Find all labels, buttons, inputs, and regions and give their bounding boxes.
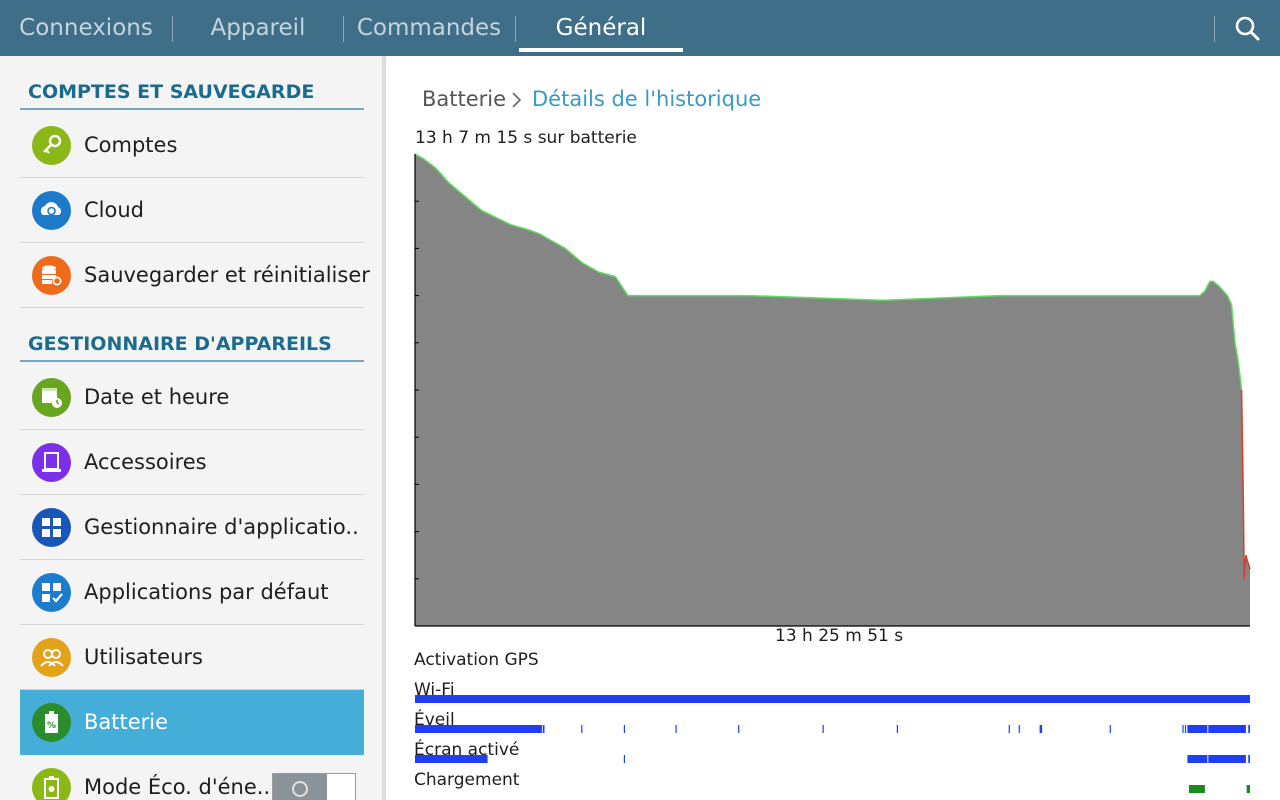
timeline-label-ecran: Écran activé xyxy=(414,740,520,760)
battery-history-panel: Batterie Détails de l'historique 13 h 7 … xyxy=(386,56,1280,800)
sidebar-item-utilisateurs[interactable]: Utilisateurs xyxy=(20,625,364,690)
settings-sidebar: COMPTES ET SAUVEGARDE Comptes Cloud Sauv… xyxy=(0,56,382,800)
timeline-segment xyxy=(1208,755,1246,763)
timeline-segment xyxy=(623,755,625,763)
sidebar-item-label: Applications par défaut xyxy=(84,580,329,604)
timeline-segment xyxy=(1109,725,1111,733)
app-grid-icon xyxy=(32,508,71,547)
timeline-segment xyxy=(1008,725,1010,733)
sidebar-item-comptes[interactable]: Comptes xyxy=(20,113,364,178)
timeline-segment xyxy=(1208,725,1246,733)
timeline-label-chargement: Chargement xyxy=(414,770,520,790)
timeline-segment xyxy=(675,725,677,733)
tab-connexions[interactable]: Connexions xyxy=(0,0,172,56)
timeline-segment xyxy=(542,725,545,733)
search-button[interactable] xyxy=(1226,8,1268,50)
sidebar-item-date-heure[interactable]: Date et heure xyxy=(20,365,364,430)
timeline-label-wifi: Wi-Fi xyxy=(414,680,455,700)
eco-mode-toggle[interactable] xyxy=(272,773,356,800)
timeline-segment xyxy=(1189,785,1205,793)
sidebar-item-mode-eco[interactable]: Mode Éco. d'éne.. xyxy=(20,755,364,800)
timeline-segment xyxy=(1018,725,1020,733)
calendar-clock-icon xyxy=(32,378,71,417)
timeline-segment xyxy=(1248,755,1250,763)
sidebar-item-label: Date et heure xyxy=(84,385,230,409)
sidebar-item-label: Cloud xyxy=(84,198,144,222)
default-apps-icon xyxy=(32,573,71,612)
sidebar-item-gestionnaire-applications[interactable]: Gestionnaire d'applicatio.. xyxy=(20,495,364,560)
timeline-segment xyxy=(1184,725,1187,733)
timeline-segment xyxy=(1187,755,1208,763)
sidebar-item-label: Mode Éco. d'éne.. xyxy=(84,775,271,799)
timeline-segment xyxy=(896,725,898,733)
battery-level-area xyxy=(415,154,1250,626)
users-icon xyxy=(32,638,71,677)
sidebar-item-label: Batterie xyxy=(84,710,169,734)
tab-appareil[interactable]: Appareil xyxy=(172,0,344,56)
sidebar-item-label: Sauvegarder et réinitialiser xyxy=(84,263,370,287)
timeline-label-gps: Activation GPS xyxy=(414,650,539,670)
top-tab-bar: Connexions Appareil Commandes Général xyxy=(0,0,1280,56)
settings-window: Connexions Appareil Commandes Général CO… xyxy=(0,0,1280,800)
key-icon xyxy=(32,126,71,165)
timeline-segment xyxy=(1248,725,1250,733)
battery-history-chart xyxy=(414,153,1251,793)
timeline-segment xyxy=(738,725,740,733)
timeline-label-eveil: Éveil xyxy=(414,710,455,730)
sidebar-item-batterie[interactable]: % Batterie xyxy=(20,690,364,755)
cloud-sync-icon xyxy=(32,191,71,230)
active-tab-indicator xyxy=(519,48,683,52)
sidebar-item-cloud[interactable]: Cloud xyxy=(20,178,364,243)
sidebar-item-label: Utilisateurs xyxy=(84,645,203,669)
toggle-knob xyxy=(273,774,327,800)
sidebar-item-label: Comptes xyxy=(84,133,178,157)
timeline-segment xyxy=(623,725,625,733)
sidebar-item-accessoires[interactable]: Accessoires xyxy=(20,430,364,495)
tab-separator xyxy=(1214,16,1215,42)
svg-text:%: % xyxy=(47,721,56,731)
timeline-segment xyxy=(581,725,583,733)
timeline-segment xyxy=(415,695,1250,703)
toggle-off-indicator xyxy=(292,781,308,797)
sidebar-item-applications-defaut[interactable]: Applications par défaut xyxy=(20,560,364,625)
sidebar-item-label: Gestionnaire d'applicatio.. xyxy=(84,515,359,539)
chart-x-axis-label: 13 h 25 m 51 s xyxy=(775,626,904,646)
timeline-segment xyxy=(1187,725,1208,733)
timeline-segment xyxy=(1039,725,1043,733)
search-icon xyxy=(1235,16,1260,41)
eco-battery-icon xyxy=(32,768,71,800)
section-header-comptes: COMPTES ET SAUVEGARDE xyxy=(20,78,364,110)
battery-icon: % xyxy=(32,703,71,742)
section-header-gestionnaire: GESTIONNAIRE D'APPAREILS xyxy=(20,330,364,362)
timeline-segment xyxy=(1182,725,1184,733)
timeline-segment xyxy=(822,725,824,733)
sidebar-item-sauvegarder[interactable]: Sauvegarder et réinitialiser xyxy=(20,243,370,308)
accessory-icon xyxy=(32,443,71,482)
timeline-segment xyxy=(1246,785,1250,793)
tab-separator xyxy=(515,16,516,42)
tab-commandes[interactable]: Commandes xyxy=(343,0,515,56)
backup-database-icon xyxy=(32,256,71,295)
sidebar-item-label: Accessoires xyxy=(84,450,207,474)
